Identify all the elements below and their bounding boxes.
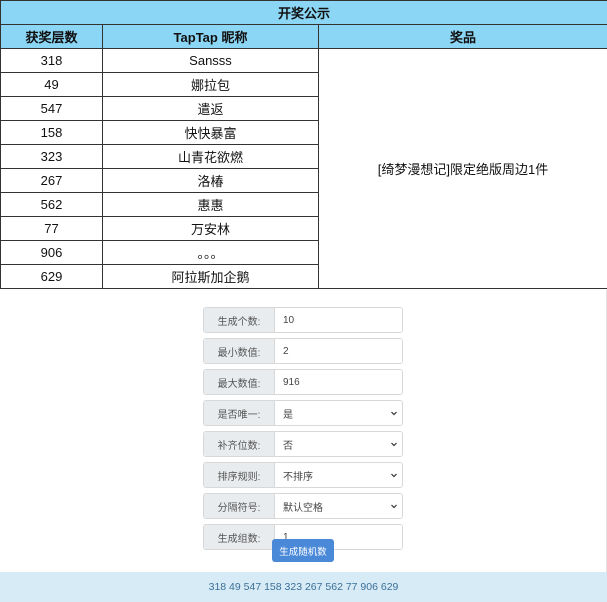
unique-label: 是否唯一: bbox=[204, 401, 275, 425]
max-input[interactable] bbox=[283, 376, 394, 388]
chevron-down-icon bbox=[391, 473, 397, 478]
header-prize: 奖品 bbox=[318, 24, 607, 49]
table-row: 318 Sansss [绮梦漫想记]限定绝版周边1件 bbox=[0, 48, 607, 289]
sort-select[interactable]: 不排序 bbox=[275, 463, 402, 487]
results-table: 开奖公示 获奖层数 TapTap 昵称 奖品 318 Sansss [绮梦漫想记… bbox=[0, 0, 607, 289]
nickname-cell: 快快暴富 bbox=[102, 120, 319, 145]
result-output: 318 49 547 158 323 267 562 77 906 629 bbox=[0, 572, 607, 602]
header-nickname: TapTap 昵称 bbox=[102, 24, 319, 49]
nickname-cell: 万安林 bbox=[102, 216, 319, 241]
table-title: 开奖公示 bbox=[0, 0, 607, 25]
unique-select-value: 是 bbox=[283, 409, 293, 421]
pad-select[interactable]: 否 bbox=[275, 432, 402, 456]
generator-form: 生成个数: 最小数值: 最大数值: 是否唯一: 是 补齐位数: 否 排序规则: … bbox=[203, 307, 403, 555]
pad-select-value: 否 bbox=[283, 440, 293, 452]
min-label: 最小数值: bbox=[204, 339, 275, 363]
separator-field-row: 分隔符号: 默认空格 bbox=[203, 493, 403, 519]
pad-field-row: 补齐位数: 否 bbox=[203, 431, 403, 457]
nickname-cell: Sansss bbox=[102, 48, 319, 73]
floor-cell: 49 bbox=[0, 72, 103, 97]
unique-field-row: 是否唯一: 是 bbox=[203, 400, 403, 426]
floor-cell: 158 bbox=[0, 120, 103, 145]
separator-select-value: 默认空格 bbox=[283, 502, 323, 514]
nickname-cell: 。。。 bbox=[102, 240, 319, 265]
nickname-cell: 遣返 bbox=[102, 96, 319, 121]
max-field-row: 最大数值: bbox=[203, 369, 403, 395]
sort-select-value: 不排序 bbox=[283, 471, 313, 483]
prize-cell: [绮梦漫想记]限定绝版周边1件 bbox=[318, 48, 607, 289]
nickname-cell: 山青花欲燃 bbox=[102, 144, 319, 169]
header-floor: 获奖层数 bbox=[0, 24, 103, 49]
chevron-down-icon bbox=[391, 411, 397, 416]
unique-select[interactable]: 是 bbox=[275, 401, 402, 425]
floor-cell: 318 bbox=[0, 48, 103, 73]
floor-cell: 547 bbox=[0, 96, 103, 121]
floor-cell: 323 bbox=[0, 144, 103, 169]
count-field-row: 生成个数: bbox=[203, 307, 403, 333]
floor-cell: 562 bbox=[0, 192, 103, 217]
nickname-cell: 惠惠 bbox=[102, 192, 319, 217]
sort-field-row: 排序规则: 不排序 bbox=[203, 462, 403, 488]
groups-label: 生成组数: bbox=[204, 525, 275, 549]
nickname-cell: 阿拉斯加企鹅 bbox=[102, 264, 319, 289]
nickname-cell: 洛椿 bbox=[102, 168, 319, 193]
max-label: 最大数值: bbox=[204, 370, 275, 394]
nickname-cell: 娜拉包 bbox=[102, 72, 319, 97]
chevron-down-icon bbox=[391, 504, 397, 509]
sort-label: 排序规则: bbox=[204, 463, 275, 487]
separator-select[interactable]: 默认空格 bbox=[275, 494, 402, 518]
generate-button[interactable]: 生成随机数 bbox=[272, 539, 334, 562]
count-label: 生成个数: bbox=[204, 308, 275, 332]
pad-label: 补齐位数: bbox=[204, 432, 275, 456]
count-input[interactable] bbox=[283, 314, 394, 326]
separator-label: 分隔符号: bbox=[204, 494, 275, 518]
floor-cell: 77 bbox=[0, 216, 103, 241]
min-input[interactable] bbox=[283, 345, 394, 357]
min-field-row: 最小数值: bbox=[203, 338, 403, 364]
chevron-down-icon bbox=[391, 442, 397, 447]
floor-cell: 267 bbox=[0, 168, 103, 193]
floor-cell: 906 bbox=[0, 240, 103, 265]
floor-cell: 629 bbox=[0, 264, 103, 289]
